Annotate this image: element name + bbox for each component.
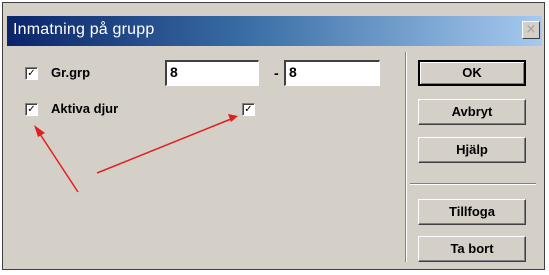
arrow-right-line [96, 118, 232, 174]
annotation-arrows [34, 114, 238, 193]
arrow-right-head [228, 114, 238, 122]
arrow-left-line [37, 130, 79, 193]
arrow-left-head [34, 125, 45, 137]
